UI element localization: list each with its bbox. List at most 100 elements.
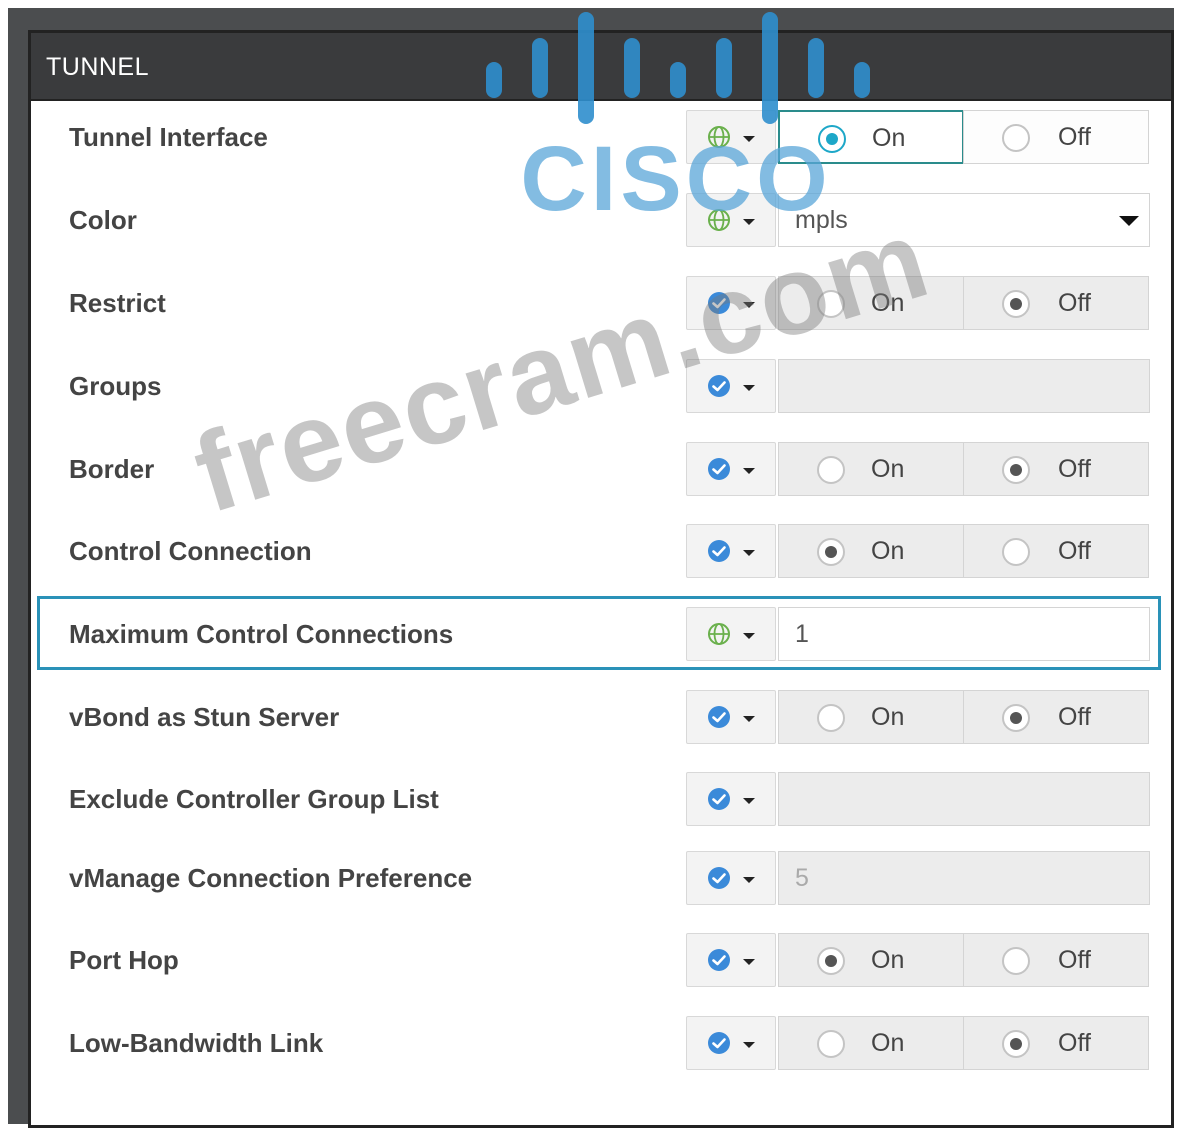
caret-down-icon	[743, 550, 755, 556]
radio-button[interactable]	[1002, 1030, 1030, 1058]
setting-row: vBond as Stun Server On Off	[31, 688, 1171, 746]
setting-label: Maximum Control Connections	[69, 619, 454, 649]
scope-dropdown[interactable]	[686, 359, 776, 413]
text-input[interactable]: 5	[778, 851, 1150, 905]
caret-down-icon	[743, 877, 755, 883]
panel-title: TUNNEL	[46, 53, 150, 81]
select-value: mpls	[795, 206, 848, 234]
radio-on-label: On	[871, 703, 905, 731]
radio-button[interactable]	[1002, 124, 1030, 152]
radio-on[interactable]: On	[778, 110, 964, 164]
setting-row: Restrict On Off	[31, 274, 1171, 332]
setting-label: Tunnel Interface	[69, 122, 268, 152]
text-input[interactable]: 1	[778, 607, 1150, 661]
setting-label: Control Connection	[69, 536, 312, 566]
radio-off[interactable]: Off	[963, 1016, 1149, 1070]
globe-icon	[708, 209, 730, 231]
radio-on-label: On	[871, 289, 905, 317]
setting-label: Port Hop	[69, 945, 179, 975]
setting-row: Control Connection On Off	[31, 522, 1171, 580]
radio-on-label: On	[871, 946, 905, 974]
setting-row: Maximum Control Connections 1	[31, 596, 1171, 670]
radio-off-label: Off	[1058, 289, 1091, 317]
check-circle-icon	[708, 1032, 730, 1054]
radio-off[interactable]: Off	[963, 442, 1149, 496]
caret-down-icon	[743, 798, 755, 804]
window-frame: TUNNEL Tunnel Interface On Off Color mpls Res…	[8, 8, 1174, 1128]
scope-dropdown[interactable]	[686, 607, 776, 661]
radio-button[interactable]	[817, 704, 845, 732]
radio-on[interactable]: On	[778, 524, 964, 578]
caret-down-icon	[743, 468, 755, 474]
radio-button[interactable]	[817, 538, 845, 566]
radio-on-label: On	[871, 1029, 905, 1057]
scope-dropdown[interactable]	[686, 690, 776, 744]
scope-dropdown[interactable]	[686, 1016, 776, 1070]
setting-label: Border	[69, 454, 155, 484]
scope-dropdown[interactable]	[686, 933, 776, 987]
radio-off[interactable]: Off	[963, 933, 1149, 987]
setting-row: Low-Bandwidth Link On Off	[31, 1014, 1171, 1072]
check-circle-icon	[708, 949, 730, 971]
check-circle-icon	[708, 458, 730, 480]
radio-on[interactable]: On	[778, 1016, 964, 1070]
caret-down-icon	[1119, 216, 1139, 226]
caret-down-icon	[743, 959, 755, 965]
scope-dropdown[interactable]	[686, 110, 776, 164]
radio-button[interactable]	[817, 947, 845, 975]
radio-off[interactable]: Off	[963, 690, 1149, 744]
radio-on[interactable]: On	[778, 442, 964, 496]
caret-down-icon	[743, 302, 755, 308]
caret-down-icon	[743, 1042, 755, 1048]
check-circle-icon	[708, 540, 730, 562]
radio-off[interactable]: Off	[963, 276, 1149, 330]
radio-on[interactable]: On	[778, 933, 964, 987]
setting-label: Low-Bandwidth Link	[69, 1028, 324, 1058]
radio-off[interactable]: Off	[963, 524, 1149, 578]
radio-button[interactable]	[817, 290, 845, 318]
setting-row: Groups	[31, 357, 1171, 415]
caret-down-icon	[743, 716, 755, 722]
radio-on-label: On	[871, 537, 905, 565]
setting-label: vBond as Stun Server	[69, 702, 340, 732]
setting-row: Port Hop On Off	[31, 931, 1171, 989]
scope-dropdown[interactable]	[686, 276, 776, 330]
input-value: 5	[795, 864, 809, 892]
radio-button[interactable]	[1002, 290, 1030, 318]
radio-button[interactable]	[1002, 456, 1030, 484]
radio-off-label: Off	[1058, 703, 1091, 731]
radio-button[interactable]	[1002, 947, 1030, 975]
setting-row: Tunnel Interface On Off	[31, 108, 1171, 166]
radio-off-label: Off	[1058, 1029, 1091, 1057]
radio-on-label: On	[872, 124, 906, 152]
scope-dropdown[interactable]	[686, 772, 776, 826]
check-circle-icon	[708, 788, 730, 810]
radio-button[interactable]	[817, 456, 845, 484]
radio-button[interactable]	[1002, 538, 1030, 566]
text-input[interactable]	[778, 772, 1150, 826]
check-circle-icon	[708, 375, 730, 397]
panel-header: TUNNEL	[31, 33, 1171, 101]
scope-dropdown[interactable]	[686, 851, 776, 905]
setting-label: Exclude Controller Group List	[69, 784, 439, 814]
radio-button[interactable]	[1002, 704, 1030, 732]
globe-icon	[708, 623, 730, 645]
radio-on[interactable]: On	[778, 690, 964, 744]
radio-on-label: On	[871, 455, 905, 483]
caret-down-icon	[743, 136, 755, 142]
radio-button[interactable]	[818, 125, 846, 153]
scope-dropdown[interactable]	[686, 442, 776, 496]
radio-button[interactable]	[817, 1030, 845, 1058]
color-select[interactable]: mpls	[778, 193, 1150, 247]
setting-label: Color	[69, 205, 137, 235]
check-circle-icon	[708, 706, 730, 728]
text-input[interactable]	[778, 359, 1150, 413]
radio-off-label: Off	[1058, 537, 1091, 565]
radio-off[interactable]: Off	[963, 110, 1149, 164]
scope-dropdown[interactable]	[686, 193, 776, 247]
setting-label: Groups	[69, 371, 162, 401]
check-circle-icon	[708, 292, 730, 314]
setting-row: vManage Connection Preference 5	[31, 849, 1171, 907]
radio-on[interactable]: On	[778, 276, 964, 330]
scope-dropdown[interactable]	[686, 524, 776, 578]
